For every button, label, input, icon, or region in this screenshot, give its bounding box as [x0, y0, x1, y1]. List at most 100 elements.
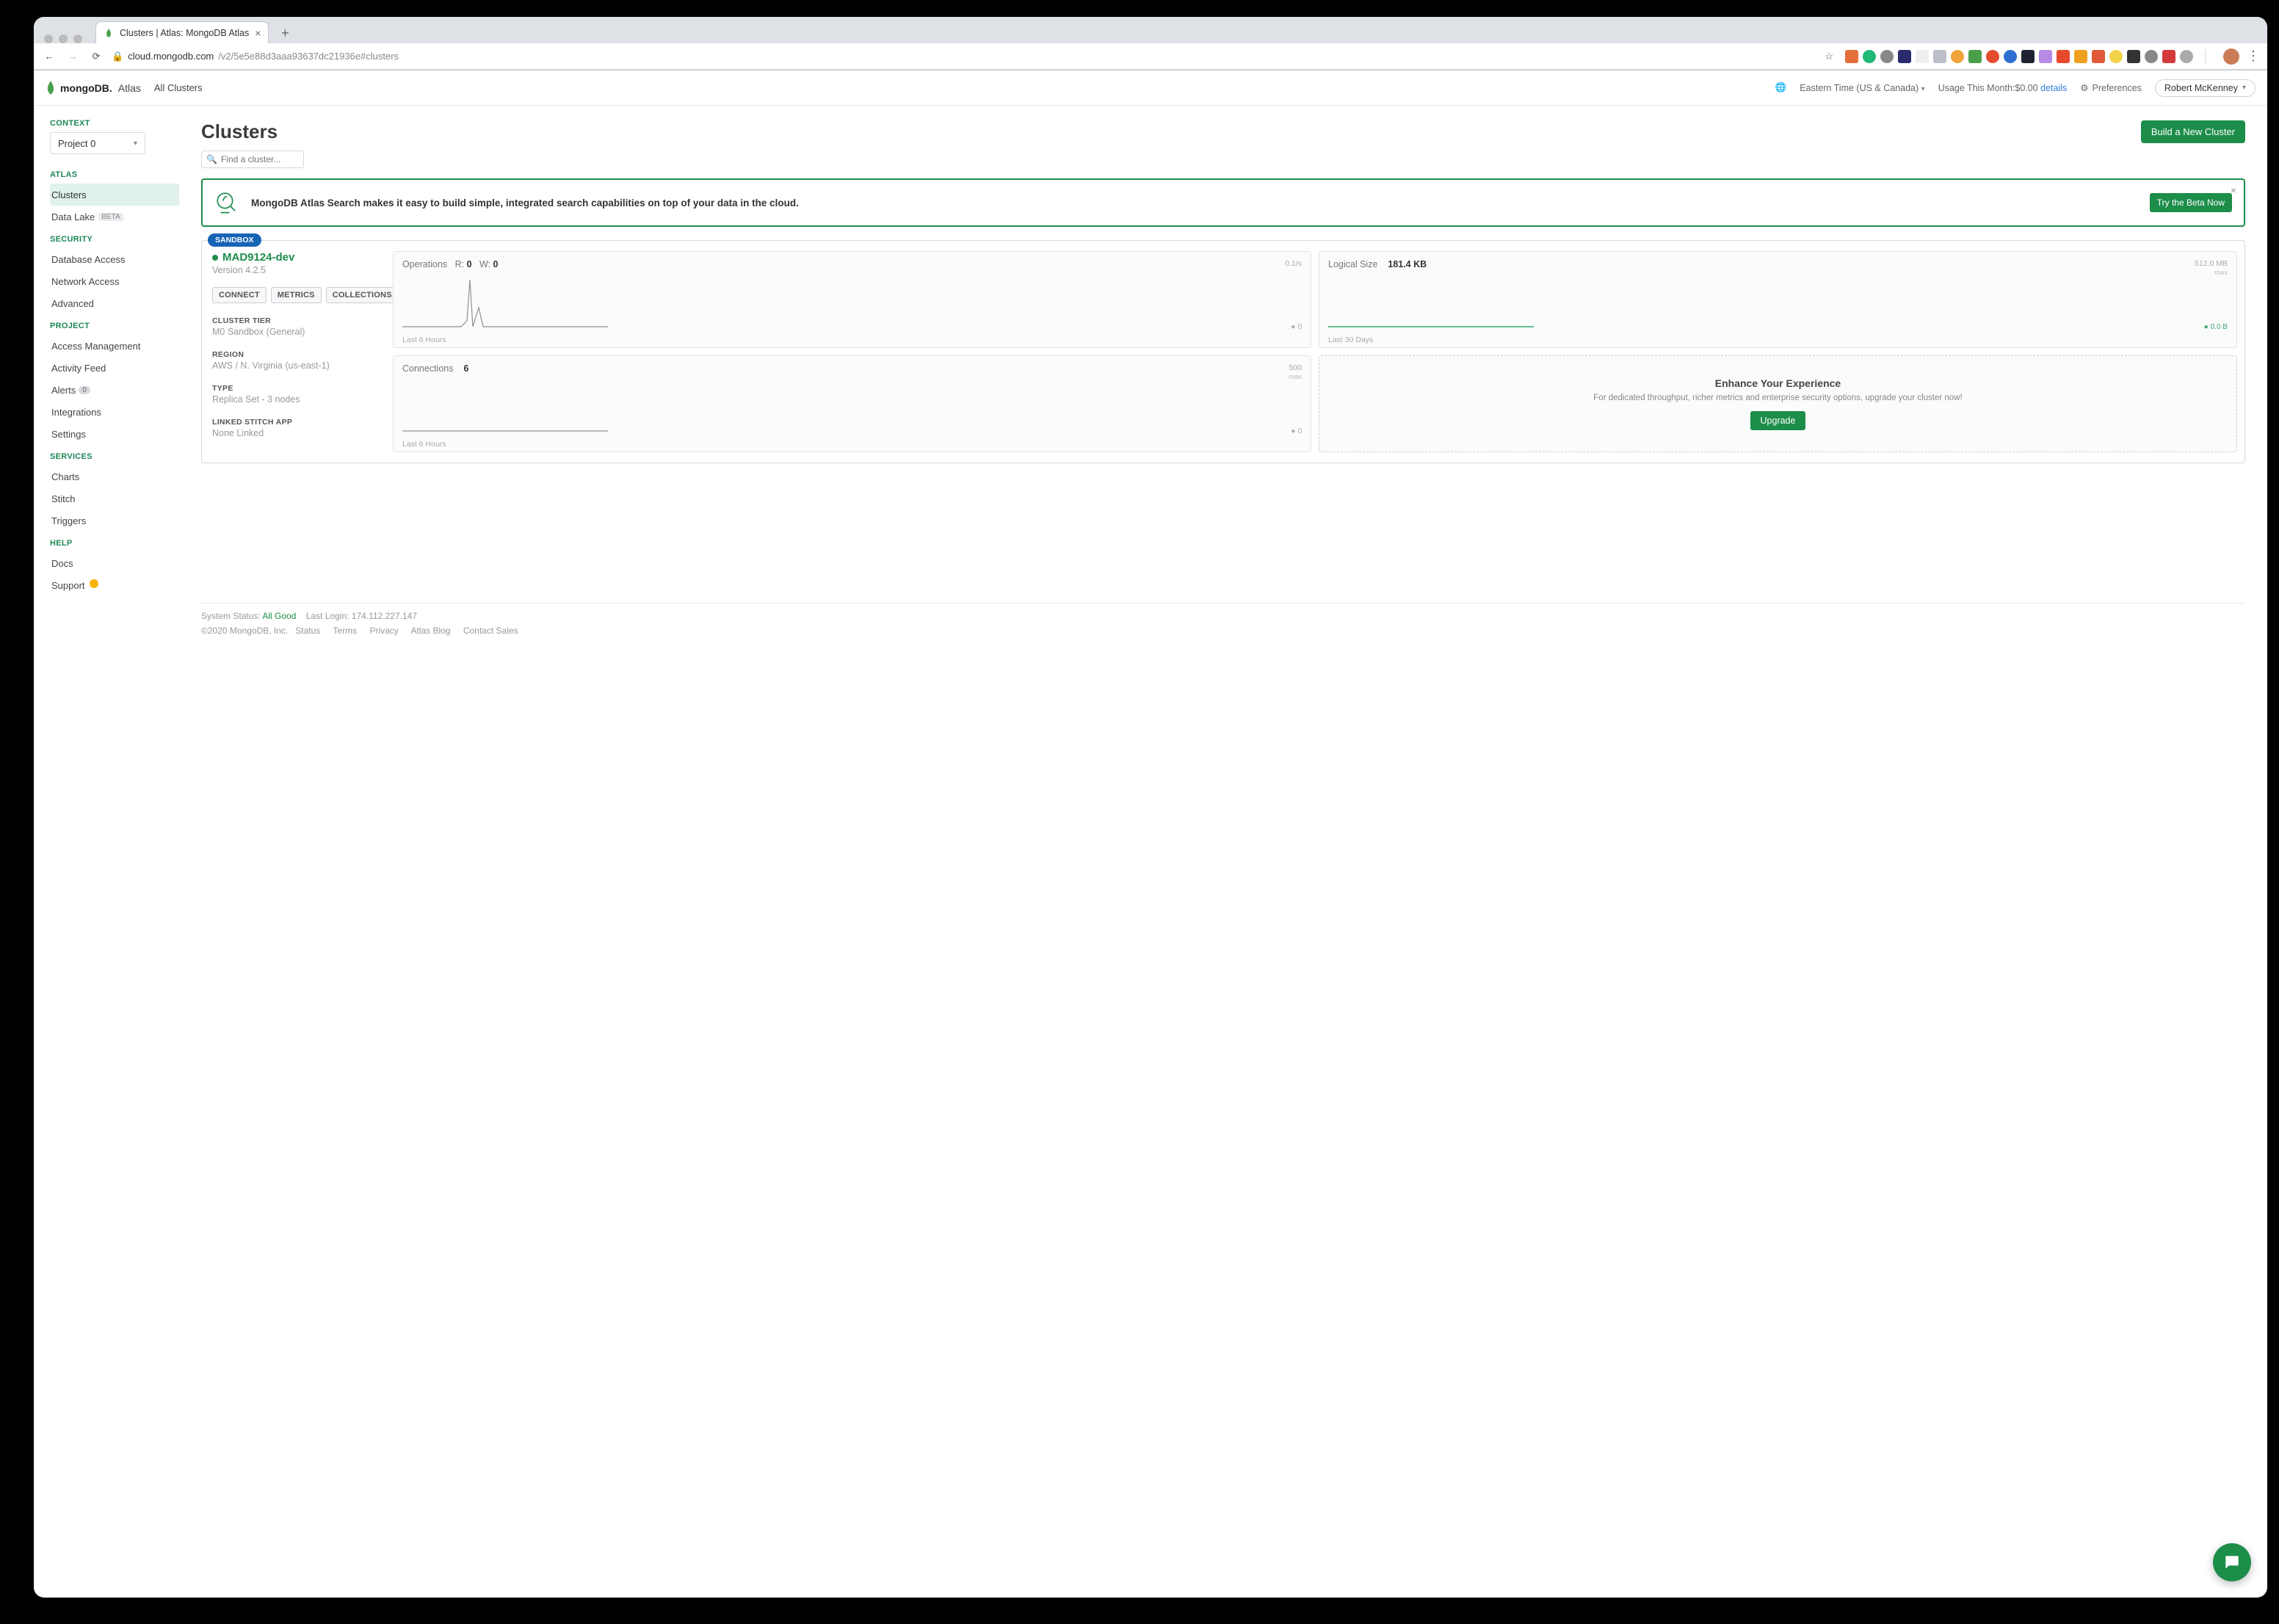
extension-icon[interactable]: [1933, 50, 1946, 63]
alerts-count-badge: 0: [79, 386, 90, 394]
traffic-light-minimize-icon[interactable]: [59, 35, 68, 43]
banner-close-icon[interactable]: ×: [2231, 184, 2236, 196]
connections-sparkline: [402, 383, 608, 432]
metrics-button[interactable]: METRICS: [271, 287, 322, 303]
cluster-search[interactable]: 🔍: [201, 151, 304, 168]
reload-button[interactable]: ⟳: [88, 48, 104, 65]
extension-icon[interactable]: [1845, 50, 1858, 63]
sidebar-project-label: PROJECT: [50, 322, 179, 330]
footer-link-status[interactable]: Status: [295, 626, 320, 636]
traffic-light-close-icon[interactable]: [44, 35, 53, 43]
preferences-link[interactable]: ⚙ Preferences: [2080, 82, 2142, 93]
sidebar-item-network-access[interactable]: Network Access: [50, 270, 179, 292]
extension-icon[interactable]: [1880, 50, 1894, 63]
extension-icon[interactable]: [2004, 50, 2017, 63]
sidebar: CONTEXT Project 0 ▾ ATLAS Clusters Data …: [34, 106, 179, 1598]
traffic-light-zoom-icon[interactable]: [73, 35, 82, 43]
timezone-selector[interactable]: Eastern Time (US & Canada) ▾: [1800, 83, 1924, 93]
app-header: mongoDB. Atlas All Clusters 🌐 Eastern Ti…: [34, 70, 2267, 106]
sidebar-item-triggers[interactable]: Triggers: [50, 510, 179, 532]
footer-link-privacy[interactable]: Privacy: [369, 626, 398, 636]
sidebar-item-stitch[interactable]: Stitch: [50, 487, 179, 510]
browser-tab[interactable]: Clusters | Atlas: MongoDB Atlas ×: [95, 21, 269, 43]
extension-icon[interactable]: [2109, 50, 2123, 63]
all-clusters-link[interactable]: All Clusters: [154, 82, 203, 93]
extension-icon[interactable]: [2057, 50, 2070, 63]
search-icon: 🔍: [206, 154, 217, 164]
chart-end-value: ●0.0 B: [2204, 323, 2228, 331]
bookmark-star-icon[interactable]: ☆: [1825, 51, 1833, 62]
brand-subtext: Atlas: [118, 82, 141, 94]
region-label: REGION: [212, 350, 385, 359]
sidebar-item-activity-feed[interactable]: Activity Feed: [50, 357, 179, 379]
status-dot-icon: [212, 255, 218, 261]
stitch-value: None Linked: [212, 428, 385, 438]
operations-chart[interactable]: Operations R: 0 W: 0 0.1/s ●0 Last 6 Hou…: [393, 251, 1311, 348]
try-beta-button[interactable]: Try the Beta Now: [2150, 193, 2232, 212]
intercom-button[interactable]: [2213, 1543, 2251, 1581]
browser-menu-icon[interactable]: ⋮: [2247, 48, 2260, 64]
sidebar-item-database-access[interactable]: Database Access: [50, 248, 179, 270]
extension-icon[interactable]: [1986, 50, 1999, 63]
operations-sparkline: [402, 278, 608, 328]
divider: [2205, 49, 2206, 64]
footer-link-contact[interactable]: Contact Sales: [463, 626, 518, 636]
mongodb-favicon-icon: [104, 28, 114, 38]
extension-icon[interactable]: [1968, 50, 1982, 63]
upgrade-button[interactable]: Upgrade: [1750, 411, 1806, 430]
project-selector[interactable]: Project 0 ▾: [50, 132, 145, 154]
extension-icon[interactable]: [1951, 50, 1964, 63]
collections-button[interactable]: COLLECTIONS: [326, 287, 399, 303]
user-menu[interactable]: Robert McKenney ▾: [2155, 79, 2256, 97]
chart-end-value: ●0: [1291, 427, 1302, 435]
sidebar-item-integrations[interactable]: Integrations: [50, 401, 179, 423]
forward-button[interactable]: →: [65, 48, 81, 65]
extension-icon[interactable]: [2162, 50, 2175, 63]
sliders-icon: ⚙: [2080, 82, 2088, 93]
sidebar-item-support[interactable]: Support: [50, 574, 179, 596]
extension-icon[interactable]: [1863, 50, 1876, 63]
cluster-search-input[interactable]: [221, 154, 299, 164]
cluster-card: SANDBOX MAD9124-dev Version 4.2.5 CONNEC…: [201, 240, 2245, 463]
footer-link-blog[interactable]: Atlas Blog: [410, 626, 450, 636]
project-name: Project 0: [58, 138, 95, 149]
chart-range: Last 6 Hours: [402, 440, 446, 449]
upgrade-title: Enhance Your Experience: [1715, 377, 1841, 389]
extension-icon[interactable]: [2092, 50, 2105, 63]
sidebar-item-docs[interactable]: Docs: [50, 552, 179, 574]
extension-icon[interactable]: [2039, 50, 2052, 63]
usage-details-link[interactable]: details: [2040, 83, 2067, 93]
window-controls[interactable]: [40, 35, 82, 43]
sidebar-item-alerts[interactable]: Alerts 0: [50, 379, 179, 401]
copyright-text: ©2020 MongoDB, Inc.: [201, 626, 288, 636]
sidebar-item-clusters[interactable]: Clusters: [50, 184, 179, 206]
sidebar-item-settings[interactable]: Settings: [50, 423, 179, 445]
cluster-name-link[interactable]: MAD9124-dev: [212, 251, 385, 264]
extension-icon[interactable]: [2127, 50, 2140, 63]
brand-logo[interactable]: mongoDB. Atlas: [46, 80, 141, 96]
cluster-tier-label: CLUSTER TIER: [212, 316, 385, 325]
back-button[interactable]: ←: [41, 48, 57, 65]
main-content: Clusters Build a New Cluster 🔍 MongoDB A…: [179, 106, 2267, 1598]
sidebar-item-data-lake[interactable]: Data Lake BETA: [50, 206, 179, 228]
sidebar-item-advanced[interactable]: Advanced: [50, 292, 179, 314]
sidebar-item-access-management[interactable]: Access Management: [50, 335, 179, 357]
extension-icon[interactable]: [1898, 50, 1911, 63]
extension-icon[interactable]: [2074, 50, 2087, 63]
tab-close-icon[interactable]: ×: [255, 27, 261, 39]
connect-button[interactable]: CONNECT: [212, 287, 267, 303]
tab-title: Clusters | Atlas: MongoDB Atlas: [120, 28, 249, 38]
logical-size-chart[interactable]: Logical Size 181.4 KB 512.0 MBmax ●0.0 B…: [1319, 251, 2237, 348]
connections-chart[interactable]: Connections 6 500max ●0 Last 6 Hours: [393, 355, 1311, 452]
extension-icon[interactable]: [2180, 50, 2193, 63]
build-cluster-button[interactable]: Build a New Cluster: [2141, 120, 2245, 143]
footer-link-terms[interactable]: Terms: [333, 626, 357, 636]
sidebar-item-charts[interactable]: Charts: [50, 465, 179, 487]
address-bar[interactable]: 🔒 cloud.mongodb.com/v2/5e5e88d3aaa93637d…: [112, 51, 399, 62]
extension-icon[interactable]: [1916, 50, 1929, 63]
sidebar-security-label: SECURITY: [50, 235, 179, 244]
extension-icon[interactable]: [2021, 50, 2035, 63]
profile-avatar[interactable]: [2223, 48, 2239, 65]
new-tab-button[interactable]: +: [275, 23, 295, 43]
extension-icon[interactable]: [2145, 50, 2158, 63]
